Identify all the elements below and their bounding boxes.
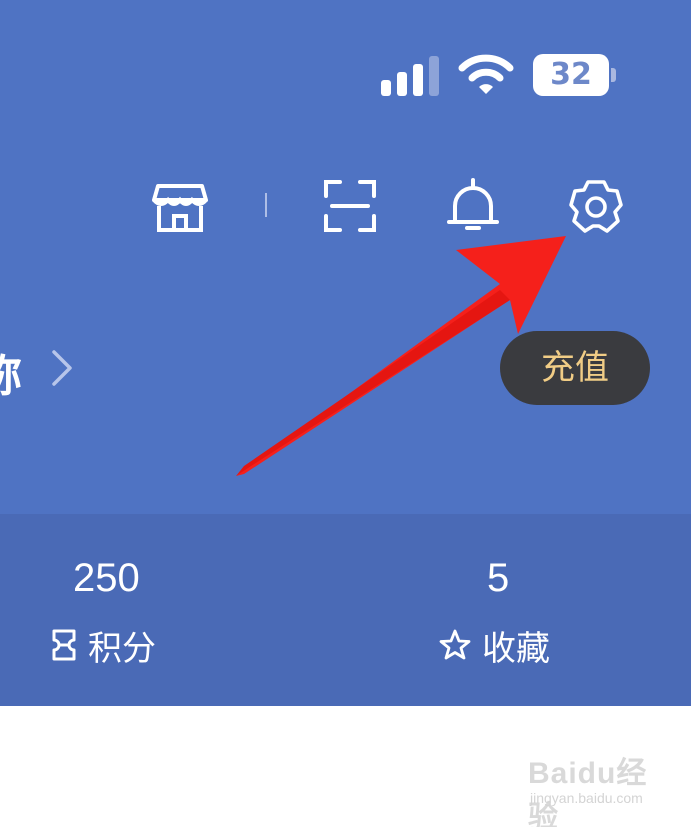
chevron-right-icon[interactable] — [50, 348, 74, 388]
store-icon[interactable] — [150, 176, 210, 236]
recharge-button[interactable]: 充值 — [500, 331, 650, 405]
wifi-icon — [458, 54, 514, 94]
battery-tip — [611, 68, 616, 82]
cellular-signal-icon — [381, 56, 441, 96]
star-icon — [439, 629, 471, 660]
baidu-watermark: Baidu经验 jingyan.baidu.com — [528, 748, 668, 827]
favorites-value[interactable]: 5 — [487, 556, 509, 601]
watermark-main: Baidu经验 — [528, 757, 648, 827]
profile-name[interactable]: 称 — [0, 340, 22, 404]
points-value[interactable]: 250 — [73, 556, 140, 601]
points-label: 积分 — [88, 628, 156, 669]
toolbar-divider — [265, 193, 267, 217]
battery-indicator: 32 — [533, 54, 609, 96]
favorites-label: 收藏 — [482, 628, 550, 669]
bell-icon[interactable] — [443, 176, 503, 236]
battery-level: 32 — [550, 57, 592, 92]
watermark-sub: jingyan.baidu.com — [530, 790, 643, 806]
ticket-icon — [52, 629, 76, 661]
scan-icon[interactable] — [320, 176, 380, 236]
gear-icon[interactable] — [566, 176, 626, 236]
favorites-label-row[interactable]: 收藏 — [438, 622, 550, 669]
points-label-row[interactable]: 积分 — [50, 622, 156, 669]
stats-bar — [0, 514, 691, 706]
